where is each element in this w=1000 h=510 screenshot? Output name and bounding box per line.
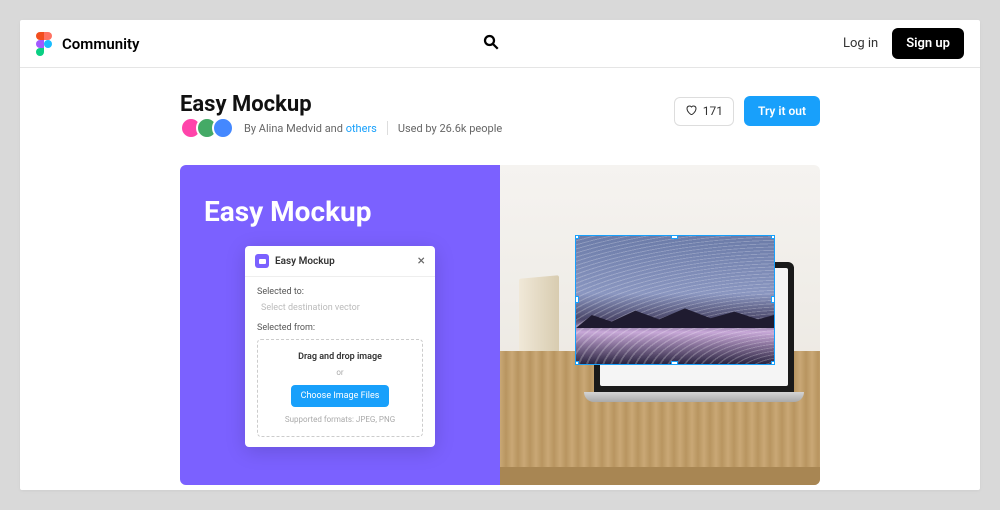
- byline-text: By Alina Medvid and others: [244, 122, 377, 135]
- plugin-panel: Easy Mockup × Selected to: Select destin…: [245, 246, 435, 447]
- try-it-out-button[interactable]: Try it out: [744, 96, 820, 126]
- supported-formats: Supported formats: JPEG, PNG: [266, 415, 414, 424]
- selected-to-placeholder[interactable]: Select destination vector: [257, 303, 423, 313]
- and-word: and: [322, 122, 346, 135]
- selection-handle[interactable]: [771, 296, 775, 303]
- panel-header: Easy Mockup ×: [245, 246, 435, 277]
- decor-books: [519, 275, 559, 358]
- usage-count: Used by 26.6k people: [398, 122, 502, 135]
- content: Easy Mockup By Alina Medvid and others U…: [20, 68, 980, 490]
- selection-handle[interactable]: [575, 235, 579, 239]
- hero-left-panel: Easy Mockup Easy Mockup × Selected to: S…: [180, 165, 500, 485]
- community-link[interactable]: Community: [62, 35, 140, 53]
- selection-handle[interactable]: [575, 296, 579, 303]
- drop-or: or: [266, 368, 414, 377]
- title-actions: 171 Try it out: [674, 96, 820, 126]
- panel-body: Selected to: Select destination vector S…: [245, 277, 435, 447]
- topbar-search: [150, 33, 833, 55]
- topbar: Community Log in Sign up: [20, 20, 980, 68]
- by-prefix: By: [244, 122, 259, 135]
- selection-handle[interactable]: [771, 235, 775, 239]
- like-button[interactable]: 171: [674, 97, 734, 126]
- topbar-right: Log in Sign up: [843, 28, 964, 59]
- avatar: [212, 117, 234, 139]
- like-count: 171: [703, 104, 723, 118]
- selection-handle[interactable]: [671, 361, 678, 365]
- hero-title: Easy Mockup: [204, 195, 476, 228]
- author-avatars[interactable]: [180, 117, 234, 139]
- login-link[interactable]: Log in: [843, 36, 878, 51]
- panel-title: Easy Mockup: [275, 256, 412, 267]
- selected-to-label: Selected to:: [257, 287, 423, 297]
- byline: By Alina Medvid and others Used by 26.6k…: [180, 117, 502, 139]
- heart-icon: [685, 104, 697, 119]
- drop-zone[interactable]: Drag and drop image or Choose Image File…: [257, 339, 423, 437]
- choose-image-files-button[interactable]: Choose Image Files: [291, 385, 390, 407]
- page-title: Easy Mockup: [180, 92, 502, 117]
- hero-image: Easy Mockup Easy Mockup × Selected to: S…: [180, 165, 820, 485]
- selection-handle[interactable]: [671, 235, 678, 239]
- others-link[interactable]: others: [346, 122, 377, 135]
- close-icon[interactable]: ×: [418, 254, 425, 268]
- drop-title: Drag and drop image: [266, 352, 414, 362]
- figma-logo-icon[interactable]: [36, 32, 52, 56]
- selected-image-overlay[interactable]: [575, 235, 775, 365]
- separator: [387, 121, 388, 135]
- signup-button[interactable]: Sign up: [892, 28, 964, 59]
- selection-handle[interactable]: [575, 361, 579, 365]
- search-icon[interactable]: [482, 33, 500, 55]
- selection-handle[interactable]: [771, 361, 775, 365]
- title-row: Easy Mockup By Alina Medvid and others U…: [180, 92, 820, 157]
- author-name[interactable]: Alina Medvid: [259, 122, 322, 135]
- plugin-page: Community Log in Sign up Easy Mockup: [20, 20, 980, 490]
- plugin-logo-icon: [255, 254, 269, 268]
- selected-from-label: Selected from:: [257, 323, 423, 333]
- hero-right-panel: [500, 165, 820, 485]
